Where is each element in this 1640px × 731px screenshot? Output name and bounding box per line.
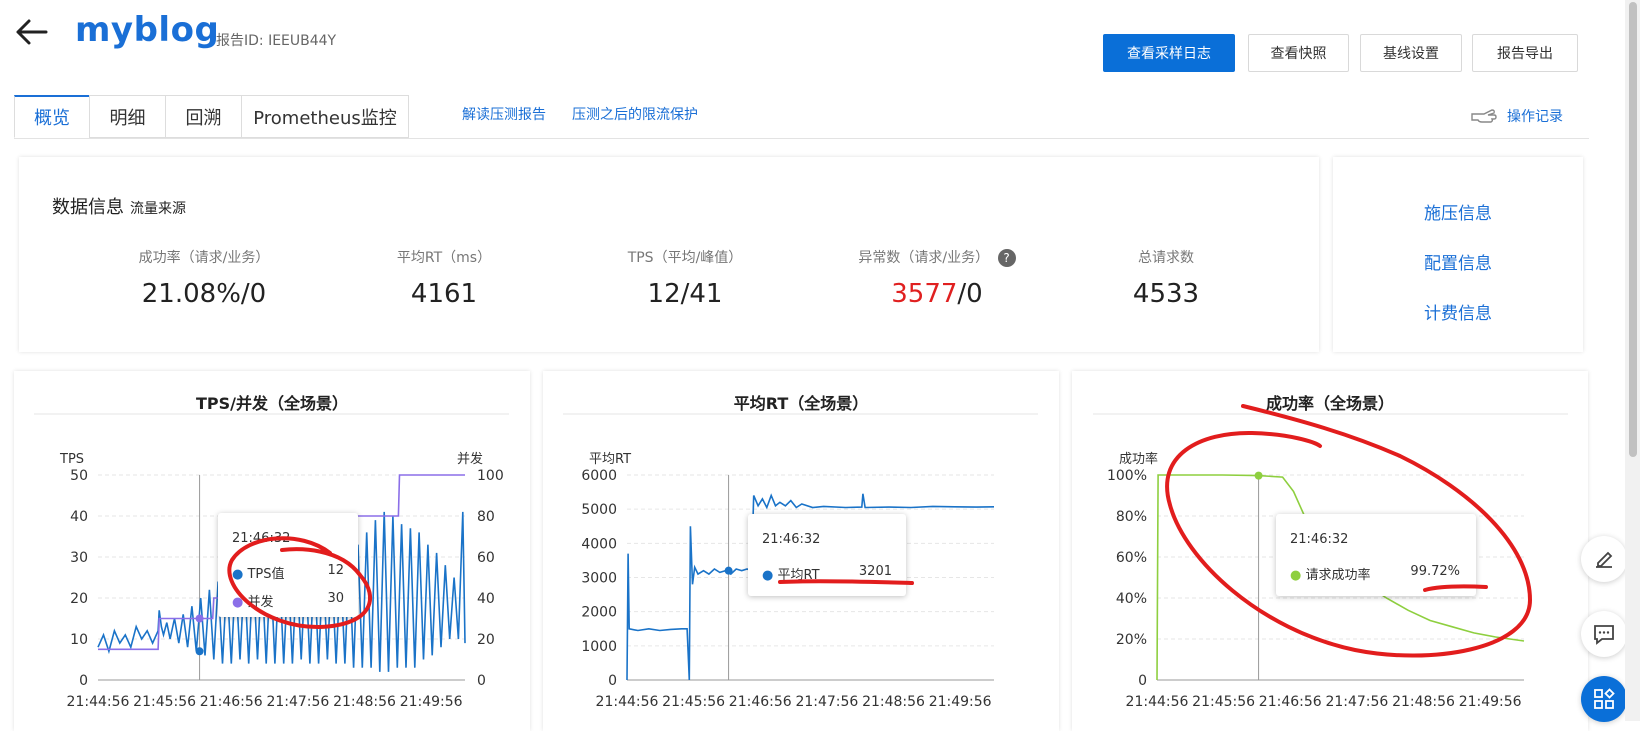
feedback-button[interactable] — [1581, 611, 1627, 657]
x-tick-label: 21:46:56 — [729, 694, 792, 710]
success-tooltip: 21:46:32 ● 请求成功率 99.72% — [1276, 514, 1476, 596]
x-tick-label: 21:45:56 — [133, 694, 196, 710]
y-tick-label: 2000 — [581, 605, 617, 621]
y-tick-label: 50 — [70, 468, 88, 484]
y-tick-label: 0 — [1138, 673, 1147, 689]
x-tick-label: 21:46:56 — [1259, 694, 1322, 710]
tooltip-time: 21:46:32 — [1290, 532, 1349, 547]
y2-tick-label: 40 — [477, 591, 495, 607]
tooltip-row: ● 请求成功率 99.72% — [1290, 564, 1460, 583]
y-tick-label: 20% — [1116, 632, 1147, 648]
y-tick-label: 0 — [79, 673, 88, 689]
y2-tick-label: 80 — [477, 509, 495, 525]
x-tick-label: 21:48:56 — [862, 694, 925, 710]
tooltip-row: ● TPS值 12 — [232, 563, 344, 582]
tooltip-row: ● 平均RT 3201 — [762, 564, 892, 583]
tooltip-time: 21:46:32 — [762, 532, 821, 547]
x-tick-label: 21:49:56 — [1459, 694, 1522, 710]
x-tick-label: 21:44:56 — [1126, 694, 1189, 710]
x-tick-label: 21:47:56 — [266, 694, 329, 710]
pencil-icon — [1596, 551, 1613, 568]
x-tick-label: 21:48:56 — [1392, 694, 1455, 710]
y2-tick-label: 100 — [477, 468, 504, 484]
cursor-marker — [1254, 471, 1263, 480]
y-tick-label: 4000 — [581, 536, 617, 552]
y2-tick-label: 0 — [477, 673, 486, 689]
scrollbar-thumb[interactable] — [1629, 2, 1637, 457]
y-tick-label: 6000 — [581, 468, 617, 484]
apps-grid-icon — [1594, 688, 1615, 709]
x-tick-label: 21:48:56 — [333, 694, 396, 710]
tps-tooltip: 21:46:32 ● TPS值 12 ● 并发 30 — [218, 513, 358, 617]
y-axis-label: 平均RT — [589, 452, 631, 467]
x-tick-label: 21:49:56 — [400, 694, 463, 710]
tooltip-time: 21:46:32 — [232, 531, 291, 546]
y-tick-label: 30 — [70, 550, 88, 566]
x-tick-label: 21:44:56 — [596, 694, 659, 710]
y-axis-label: 成功率 — [1119, 451, 1158, 467]
y2-tick-label: 60 — [477, 550, 495, 566]
y-axis-label: TPS — [59, 452, 84, 467]
x-tick-label: 21:44:56 — [67, 694, 130, 710]
y-tick-label: 5000 — [581, 502, 617, 518]
y-tick-label: 40% — [1116, 591, 1147, 607]
x-tick-label: 21:46:56 — [200, 694, 263, 710]
y-tick-label: 3000 — [581, 571, 617, 587]
x-tick-label: 21:49:56 — [929, 694, 992, 710]
y-tick-label: 80% — [1116, 509, 1147, 525]
y-tick-label: 100% — [1107, 468, 1147, 484]
y2-tick-label: 20 — [477, 632, 495, 648]
tooltip-row: ● 并发 30 — [232, 591, 344, 610]
y-tick-label: 40 — [70, 509, 88, 525]
cursor-marker — [195, 647, 204, 656]
rt-tooltip: 21:46:32 ● 平均RT 3201 — [748, 514, 906, 596]
y-tick-label: 20 — [70, 591, 88, 607]
cursor-marker — [195, 614, 204, 623]
edit-button[interactable] — [1581, 536, 1627, 582]
x-tick-label: 21:47:56 — [795, 694, 858, 710]
y-tick-label: 10 — [70, 632, 88, 648]
x-tick-label: 21:47:56 — [1325, 694, 1388, 710]
x-tick-label: 21:45:56 — [1192, 694, 1255, 710]
y-tick-label: 1000 — [581, 639, 617, 655]
cursor-marker — [724, 566, 733, 575]
y-tick-label: 60% — [1116, 550, 1147, 566]
chat-icon — [1594, 625, 1614, 645]
y2-axis-label: 并发 — [457, 451, 483, 467]
apps-button[interactable] — [1581, 676, 1627, 722]
x-tick-label: 21:45:56 — [662, 694, 725, 710]
y-tick-label: 0 — [608, 673, 617, 689]
